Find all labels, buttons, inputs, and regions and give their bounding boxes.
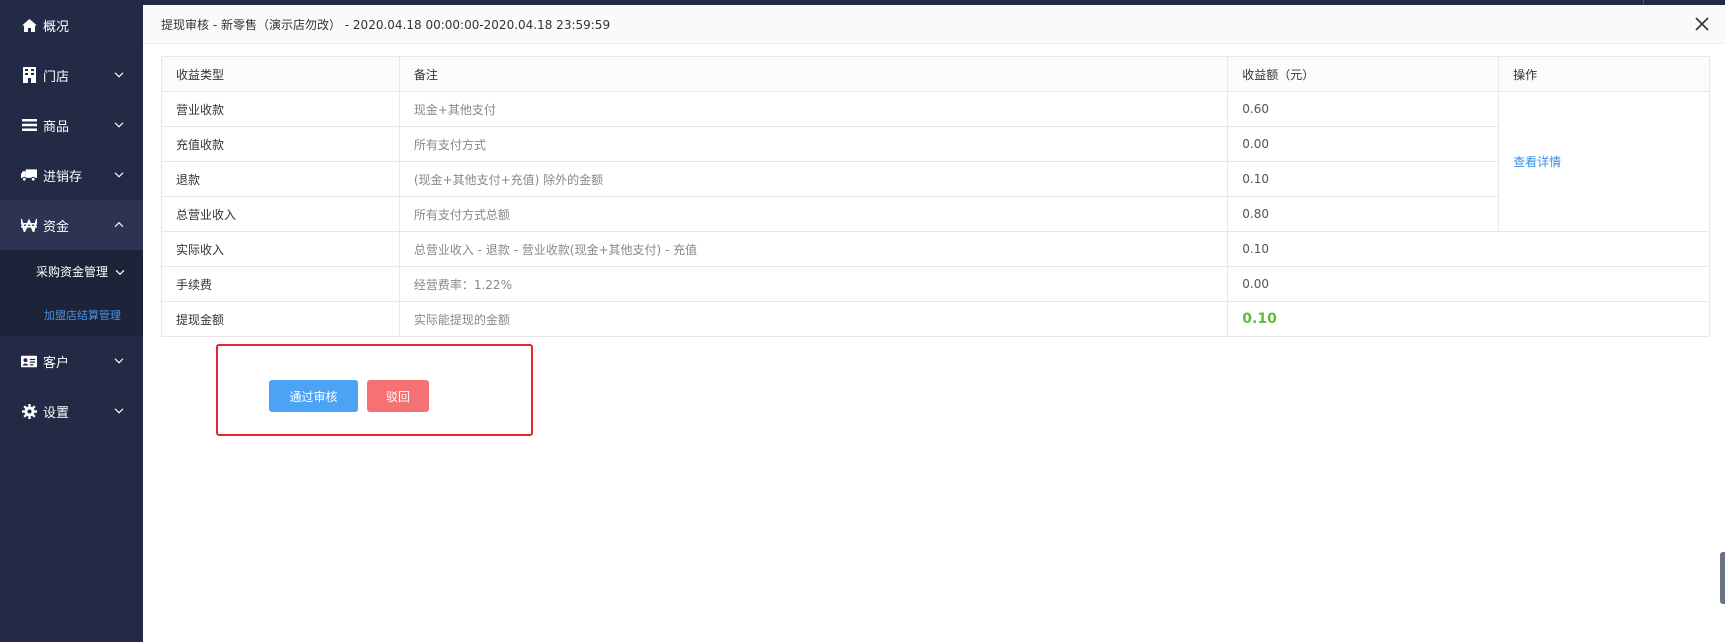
income-type: 退款 bbox=[161, 161, 400, 197]
sidebar-item-label: 门店 bbox=[43, 69, 70, 85]
income-note: 所有支付方式总额 bbox=[398, 196, 1229, 232]
sidebar-item-overview[interactable]: 概况 bbox=[0, 0, 143, 50]
sidebar-sub-label: 采购资金管理 bbox=[36, 265, 109, 279]
sidebar-item-inventory[interactable]: 进销存 bbox=[0, 150, 143, 200]
building-icon bbox=[21, 67, 37, 83]
side-handle[interactable] bbox=[1720, 552, 1725, 604]
table-row: 提现金额 实际能提现的金额 0.10 bbox=[161, 301, 1710, 337]
header-note: 备注 bbox=[398, 56, 1229, 92]
sidebar-sub-franchise-settlement[interactable]: 加盟店结算管理 bbox=[0, 293, 143, 336]
income-type: 实际收入 bbox=[161, 231, 400, 267]
chevron-down-icon bbox=[115, 264, 125, 278]
income-amount: 0.00 bbox=[1227, 266, 1710, 302]
sidebar-sub-child-label: 加盟店结算管理 bbox=[44, 308, 121, 322]
gear-icon bbox=[21, 403, 37, 419]
income-note: 总营业收入 - 退款 - 营业收款(现金+其他支付) - 充值 bbox=[398, 231, 1229, 267]
sidebar: 概况 门店 商品 进销存 资金 采购资金管理 加盟店结算管理 客户 设置 bbox=[0, 0, 143, 642]
sidebar-item-label: 客户 bbox=[43, 355, 70, 371]
truck-icon bbox=[21, 167, 37, 183]
table-row: 营业收款 现金+其他支付 0.60 查看详情 bbox=[161, 91, 1710, 232]
income-note: 实际能提现的金额 bbox=[398, 301, 1229, 337]
sidebar-item-label: 资金 bbox=[43, 219, 70, 235]
income-type: 充值收款 bbox=[161, 126, 400, 162]
table-row: 总营业收入 所有支付方式总额 0.80 bbox=[161, 196, 1710, 232]
home-icon bbox=[21, 17, 37, 33]
income-table: 收益类型 备注 收益额（元） 操作 营业收款 现金+其他支付 0.60 查看详情… bbox=[161, 56, 1710, 337]
table-row: 实际收入 总营业收入 - 退款 - 营业收款(现金+其他支付) - 充值 0.1… bbox=[161, 231, 1710, 267]
table-header-row: 收益类型 备注 收益额（元） 操作 bbox=[161, 56, 1710, 92]
income-note: 现金+其他支付 bbox=[398, 91, 1229, 127]
income-note: 经营费率：1.22% bbox=[398, 266, 1229, 302]
chevron-down-icon bbox=[114, 117, 124, 132]
list-icon bbox=[21, 117, 37, 133]
chevron-down-icon bbox=[114, 167, 124, 182]
action-cell: 查看详情 bbox=[1498, 91, 1710, 232]
modal-title: 提现审核 - 新零售（演示店勿改） - 2020.04.18 00:00:00-… bbox=[161, 17, 611, 32]
sidebar-item-funds[interactable]: 资金 bbox=[0, 200, 143, 250]
sidebar-item-customer[interactable]: 客户 bbox=[0, 336, 143, 386]
table-row: 充值收款 所有支付方式 0.00 bbox=[161, 126, 1710, 162]
income-note: (现金+其他支付+充值) 除外的金额 bbox=[398, 161, 1229, 197]
sidebar-item-label: 进销存 bbox=[43, 169, 83, 185]
sidebar-sub-purchase-funds[interactable]: 采购资金管理 bbox=[0, 250, 143, 293]
header-income-type: 收益类型 bbox=[161, 56, 400, 92]
income-amount: 0.60 bbox=[1227, 91, 1500, 127]
chevron-down-icon bbox=[114, 353, 124, 368]
table-row: 退款 (现金+其他支付+充值) 除外的金额 0.10 bbox=[161, 161, 1710, 197]
sidebar-item-label: 设置 bbox=[43, 405, 70, 421]
chevron-down-icon bbox=[114, 67, 124, 82]
won-icon bbox=[21, 217, 37, 233]
income-note: 所有支付方式 bbox=[398, 126, 1229, 162]
income-type: 营业收款 bbox=[161, 91, 400, 127]
chevron-down-icon bbox=[114, 403, 124, 418]
income-amount: 0.10 bbox=[1227, 231, 1710, 267]
income-amount: 0.00 bbox=[1227, 126, 1500, 162]
view-details-link[interactable]: 查看详情 bbox=[1513, 155, 1561, 169]
id-card-icon bbox=[21, 353, 37, 369]
sidebar-item-store[interactable]: 门店 bbox=[0, 50, 143, 100]
income-type: 总营业收入 bbox=[161, 196, 400, 232]
income-type: 手续费 bbox=[161, 266, 400, 302]
withdraw-review-modal: 提现审核 - 新零售（演示店勿改） - 2020.04.18 00:00:00-… bbox=[143, 5, 1725, 642]
header-action: 操作 bbox=[1498, 56, 1710, 92]
modal-header: 提现审核 - 新零售（演示店勿改） - 2020.04.18 00:00:00-… bbox=[143, 5, 1725, 44]
income-amount: 0.10 bbox=[1227, 161, 1500, 197]
reject-button[interactable]: 驳回 bbox=[367, 380, 429, 412]
close-icon[interactable] bbox=[1695, 16, 1711, 32]
income-amount: 0.80 bbox=[1227, 196, 1500, 232]
sidebar-item-label: 概况 bbox=[43, 19, 70, 35]
sidebar-item-goods[interactable]: 商品 bbox=[0, 100, 143, 150]
header-amount: 收益额（元） bbox=[1227, 56, 1500, 92]
sidebar-item-label: 商品 bbox=[43, 119, 70, 135]
withdraw-amount-total: 0.10 bbox=[1227, 301, 1710, 337]
chevron-up-icon bbox=[114, 217, 124, 232]
income-type: 提现金额 bbox=[161, 301, 400, 337]
sidebar-item-settings[interactable]: 设置 bbox=[0, 386, 143, 436]
approve-button[interactable]: 通过审核 bbox=[269, 380, 358, 412]
table-row: 手续费 经营费率：1.22% 0.00 bbox=[161, 266, 1710, 302]
